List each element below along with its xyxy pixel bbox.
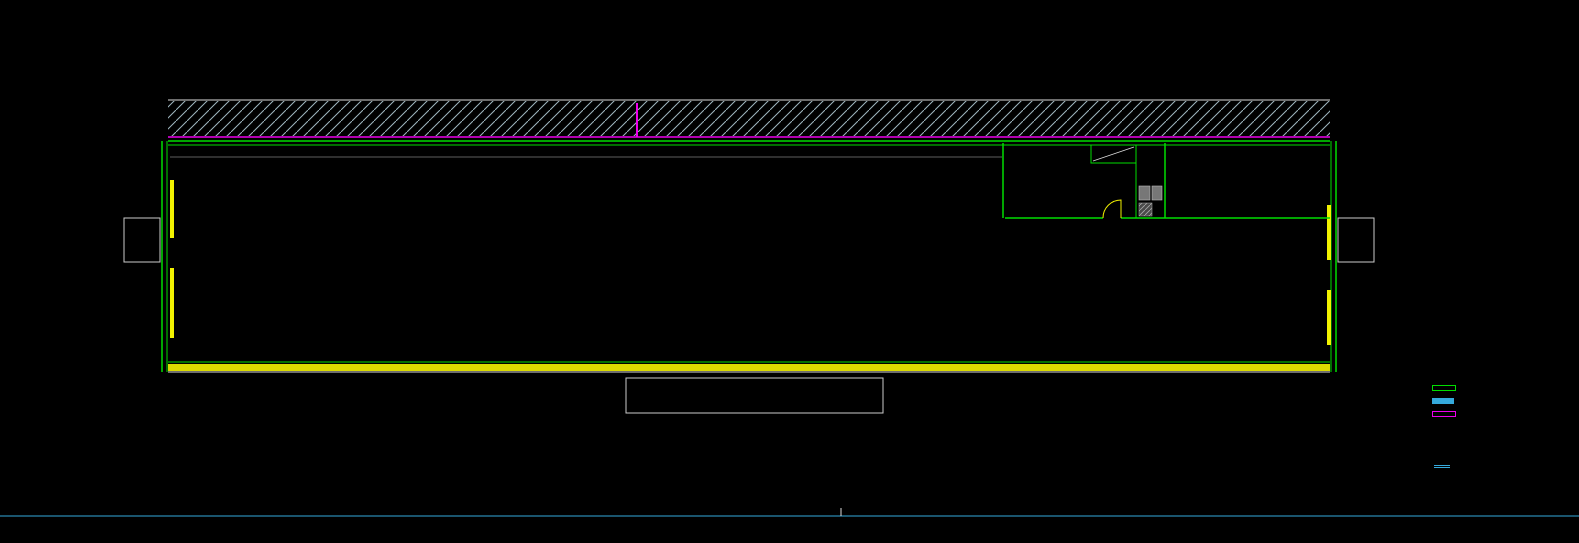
sheet-title — [1434, 462, 1450, 468]
legend-item-block-wall — [1432, 384, 1578, 391]
left-exterior-platform — [124, 218, 160, 262]
legend-item-gypsum — [1432, 410, 1578, 417]
right-wall-window — [1327, 205, 1331, 260]
right-exterior-platform — [1338, 218, 1374, 262]
left-wall-window — [170, 180, 174, 238]
legend — [1432, 378, 1578, 420]
left-wall-window — [170, 268, 174, 338]
office-door-swing — [1103, 200, 1121, 218]
south-canopy-outline — [626, 378, 883, 413]
canopy-hatch — [168, 101, 1330, 136]
shaft-hatch — [1139, 203, 1152, 216]
vent-shaft-diagonal — [1093, 147, 1134, 161]
equipment-box — [1152, 186, 1162, 200]
cad-floorplan-canvas — [0, 0, 1579, 543]
legend-swatch-glass-partition — [1432, 398, 1454, 404]
window-sill-band — [168, 364, 1330, 371]
legend-swatch-block-wall — [1432, 385, 1456, 391]
floor-plan-drawing — [0, 0, 1579, 543]
legend-swatch-gypsum-wall — [1432, 411, 1456, 417]
legend-item-glass — [1432, 397, 1578, 404]
equipment-box — [1139, 186, 1150, 200]
right-wall-window — [1327, 290, 1331, 345]
